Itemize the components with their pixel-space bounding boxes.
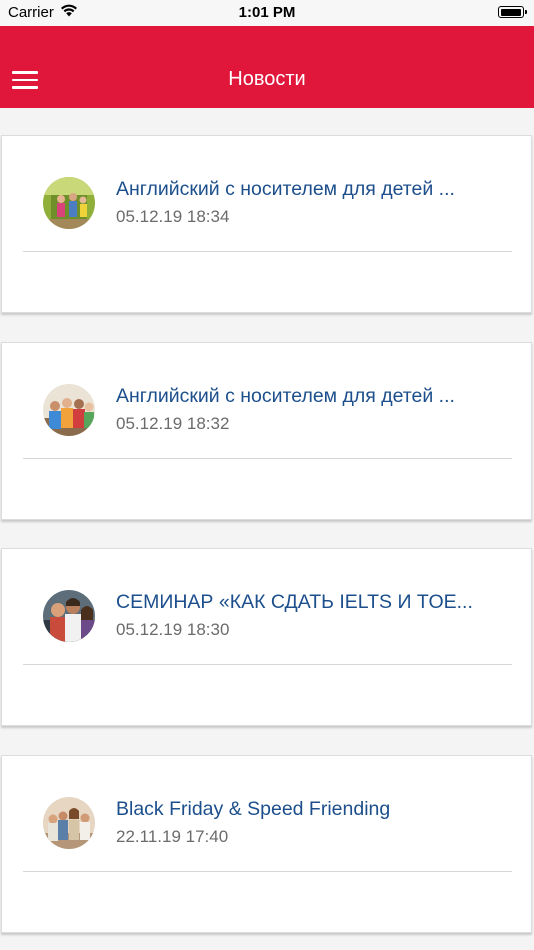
news-card[interactable]: Английский с носителем для детей ... 05.… <box>1 135 532 313</box>
news-date: 05.12.19 18:32 <box>116 414 230 433</box>
card-divider <box>23 664 512 665</box>
card-divider <box>23 251 512 252</box>
news-title[interactable]: Английский с носителем для детей ... <box>116 385 496 408</box>
news-thumbnail <box>43 384 95 436</box>
news-title[interactable]: Английский с носителем для детей ... <box>116 178 496 201</box>
news-card[interactable]: Black Friday & Speed Friending 22.11.19 … <box>1 755 532 933</box>
news-card[interactable]: СЕМИНАР «КАК СДАТЬ IELTS И TOE... 05.12.… <box>1 548 532 726</box>
battery-icon <box>498 6 527 18</box>
app-header: Новости <box>0 26 534 108</box>
news-card[interactable]: Английский с носителем для детей ... 05.… <box>1 342 532 520</box>
news-date: 22.11.19 17:40 <box>116 827 229 846</box>
news-title[interactable]: СЕМИНАР «КАК СДАТЬ IELTS И TOE... <box>116 591 496 614</box>
status-time: 1:01 PM <box>238 4 296 21</box>
card-divider <box>23 458 512 459</box>
news-title[interactable]: Black Friday & Speed Friending <box>116 798 496 821</box>
status-bar: Carrier 1:01 PM <box>0 0 534 26</box>
news-thumbnail <box>43 797 95 849</box>
news-date: 05.12.19 18:34 <box>116 207 230 226</box>
news-thumbnail <box>43 590 95 642</box>
card-divider <box>23 871 512 872</box>
news-thumbnail <box>43 177 95 229</box>
page-title: Новости <box>228 68 306 90</box>
news-date: 05.12.19 18:30 <box>116 620 230 639</box>
battery-fill <box>500 8 521 16</box>
